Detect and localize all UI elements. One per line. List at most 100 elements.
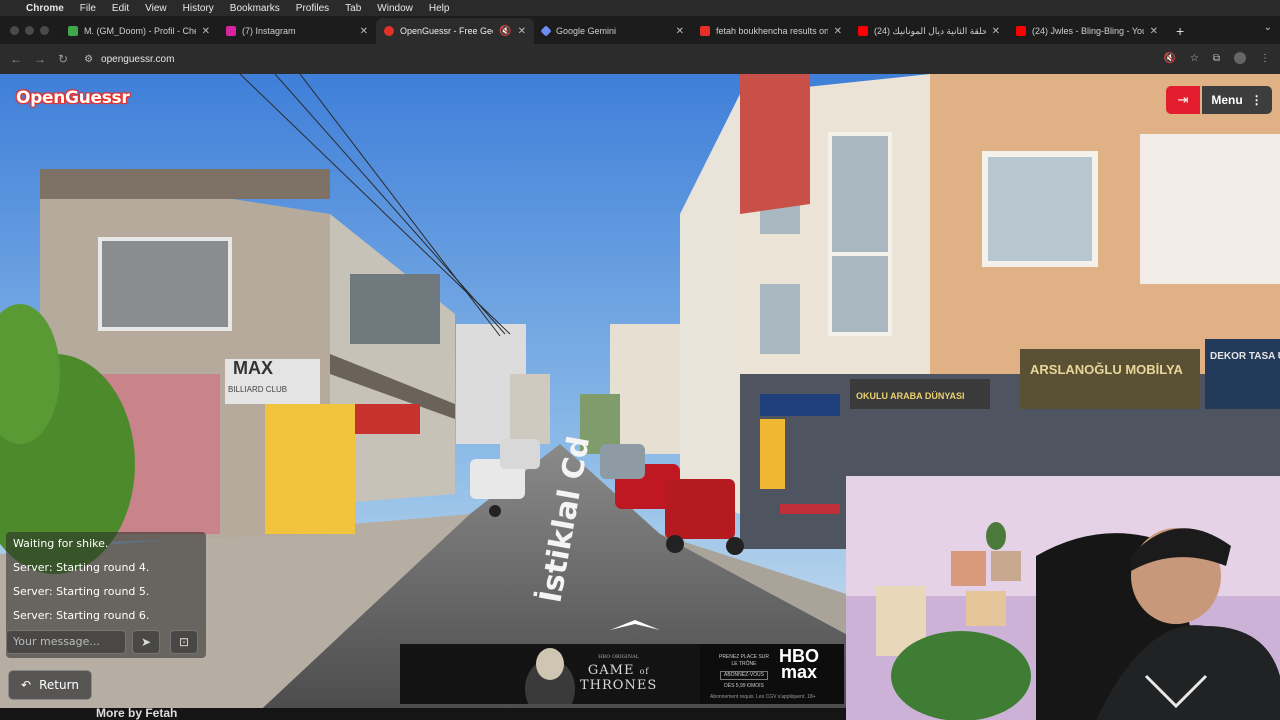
game-menu-button[interactable]: Menu ⋮ (1202, 86, 1272, 114)
ad-cta[interactable]: ABONNEZ-VOUS (720, 671, 768, 680)
mute-site-icon[interactable]: 🔇 (1163, 53, 1175, 64)
hbo-max-logo: HBO max (772, 647, 826, 682)
ad-fine-print: Abonnement requis. Les CGV s'appliquent.… (710, 694, 816, 700)
forward-arrow-icon[interactable]: → (34, 52, 46, 66)
return-button[interactable]: ↶ Return (8, 670, 92, 700)
billiard-sign-subtext: BILLIARD CLUB (228, 385, 287, 394)
return-label: Return (39, 678, 79, 692)
furniture-sign-text: ARSLANOĞLU MOBİLYA (1030, 362, 1183, 377)
results-favicon-icon (700, 26, 710, 36)
close-tab-icon[interactable]: ✕ (834, 26, 842, 37)
return-arrow-icon: ↶ (21, 678, 32, 692)
toolbar-actions: 🔇 ☆ ⧉ ⋮ (1163, 52, 1270, 64)
chat-toggle-button[interactable]: ⊡ (170, 630, 198, 654)
tab-title: fetah boukhencha results on (716, 26, 828, 36)
bookmark-star-icon[interactable]: ☆ (1190, 53, 1199, 64)
chat-message: Server: Starting round 4. (13, 561, 150, 574)
tab-youtube-arabic[interactable]: (24) الحلقة الثانية ديال المونانيك ✕ (850, 18, 1008, 44)
browser-tab-strip: M. (GM_Doom) - Profil - Che ✕ (7) Instag… (0, 16, 1280, 44)
webcam-feed (846, 476, 1280, 720)
ad-title-1: GAME (587, 663, 635, 678)
menu-file[interactable]: File (80, 3, 96, 14)
tab-title: (24) الحلقة الثانية ديال المونانيك (874, 25, 986, 36)
tab-fetah-results[interactable]: fetah boukhencha results on ✕ (692, 18, 850, 44)
ad-title-2: of (639, 667, 650, 676)
extensions-icon[interactable]: ⧉ (1213, 53, 1220, 64)
street-view-panorama[interactable]: İstiklal Cd MAX BILLIARD CLUB ARSLANOĞLU… (0, 74, 1280, 720)
tab-google-gemini[interactable]: Google Gemini ✕ (534, 18, 692, 44)
menu-help[interactable]: Help (429, 3, 450, 14)
advertisement-banner[interactable]: HBO ORIGINAL GAME of THRONES PRENEZ PLAC… (400, 644, 844, 704)
ad-brand-2: max (780, 662, 818, 682)
ad-title-3: THRONES (580, 678, 658, 693)
site-info-icon[interactable]: ⚙ (84, 54, 93, 65)
send-message-button[interactable]: ➤ (132, 630, 160, 654)
ad-tagline: PRENEZ PLACE SUR LE TRÔNE (718, 654, 769, 667)
dekor-sign-text: DEKOR TASA UYGU (1210, 351, 1280, 362)
browser-menu-icon[interactable]: ⋮ (1260, 53, 1270, 64)
tab-openguessr[interactable]: OpenGuessr - Free GeoG 🔇 ✕ (376, 18, 534, 44)
chat-bubble-icon: ⊡ (178, 635, 190, 649)
ad-show-top: HBO ORIGINAL (598, 654, 640, 660)
browser-toolbar: ← → ↻ ⚙ openguessr.com 🔇 ☆ ⧉ ⋮ (0, 44, 1280, 74)
kebab-menu-icon: ⋮ (1250, 93, 1263, 107)
ad-show-title: HBO ORIGINAL GAME of THRONES (580, 650, 657, 693)
close-tab-icon[interactable]: ✕ (676, 26, 684, 37)
tab-title: Google Gemini (556, 26, 617, 36)
macos-menu-bar: Chrome File Edit View History Bookmarks … (0, 0, 1280, 16)
tab-title: (7) Instagram (242, 26, 296, 36)
tab-title: OpenGuessr - Free GeoG (400, 26, 493, 36)
youtube-favicon-icon (858, 26, 868, 36)
send-icon: ➤ (140, 635, 152, 649)
exit-game-button[interactable]: ⇥ (1166, 86, 1200, 114)
chat-message: Server: Starting round 6. (13, 609, 150, 622)
close-tab-icon[interactable]: ✕ (1150, 26, 1158, 37)
tab-youtube-jwles[interactable]: (24) Jwles - Bling-Bling - You ✕ (1008, 18, 1166, 44)
youtube-favicon-icon (1016, 26, 1026, 36)
menu-edit[interactable]: Edit (112, 3, 129, 14)
gemini-favicon-icon (540, 25, 552, 37)
menu-history[interactable]: History (183, 3, 214, 14)
car-sign-text: OKULU ARABA DÜNYASI (856, 391, 965, 401)
tab-instagram[interactable]: (7) Instagram ✕ (218, 18, 376, 44)
new-tab-button[interactable]: + (1166, 18, 1194, 44)
openguessr-favicon-icon (384, 26, 394, 36)
close-window-icon[interactable] (10, 25, 19, 35)
menu-window[interactable]: Window (377, 3, 413, 14)
close-tab-icon[interactable]: ✕ (202, 26, 210, 37)
mute-tab-icon[interactable]: 🔇 (499, 26, 511, 37)
ad-tagline-block: PRENEZ PLACE SUR LE TRÔNE ABONNEZ-VOUS D… (716, 654, 772, 690)
maximize-window-icon[interactable] (40, 25, 49, 35)
menu-label: Menu (1211, 93, 1243, 107)
billiard-sign-text: MAX (233, 358, 273, 378)
menu-profiles[interactable]: Profiles (296, 3, 329, 14)
menu-app-name[interactable]: Chrome (26, 3, 64, 14)
logout-icon: ⇥ (1177, 92, 1189, 107)
window-controls (0, 16, 60, 44)
tab-chess-profile[interactable]: M. (GM_Doom) - Profil - Che ✕ (60, 18, 218, 44)
chat-message: Server: Starting round 5. (13, 585, 150, 598)
url-text[interactable]: openguessr.com (101, 54, 174, 65)
more-by-text[interactable]: More by Fetah (96, 708, 177, 720)
chat-message: Waiting for shike. (13, 537, 109, 550)
instagram-favicon-icon (226, 26, 236, 36)
minimize-window-icon[interactable] (25, 25, 34, 35)
chess-favicon-icon (68, 26, 78, 36)
close-tab-icon[interactable]: ✕ (360, 26, 368, 37)
menu-view[interactable]: View (145, 3, 167, 14)
chat-message-input[interactable]: Your message... (6, 630, 126, 654)
menu-bookmarks[interactable]: Bookmarks (230, 3, 280, 14)
address-bar[interactable]: ⚙ openguessr.com (84, 54, 174, 65)
close-tab-icon[interactable]: ✕ (992, 26, 1000, 37)
menu-tab[interactable]: Tab (345, 3, 361, 14)
tab-title: (24) Jwles - Bling-Bling - You (1032, 26, 1144, 36)
tab-search-chevron-icon[interactable]: ⌄ (1264, 22, 1272, 33)
openguessr-logo[interactable]: OpenGuessr (16, 88, 130, 108)
back-arrow-icon[interactable]: ← (10, 52, 22, 66)
bottom-page-strip: More by Fetah (0, 708, 846, 720)
reload-icon[interactable]: ↻ (58, 52, 68, 66)
ad-price: DÈS 5,99 €/MOIS (724, 683, 764, 689)
tab-title: M. (GM_Doom) - Profil - Che (84, 26, 196, 36)
close-tab-icon[interactable]: ✕ (518, 26, 526, 37)
profile-avatar[interactable] (1234, 52, 1246, 64)
